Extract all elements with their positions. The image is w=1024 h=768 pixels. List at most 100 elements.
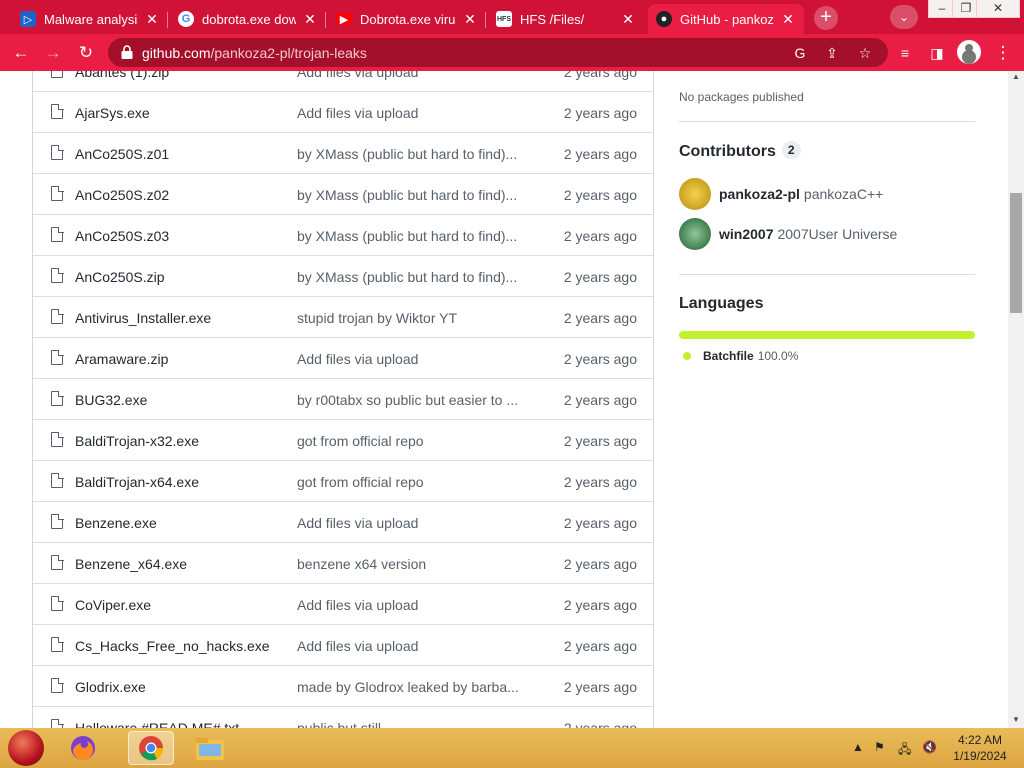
close-icon[interactable]: ✕	[780, 11, 796, 28]
commit-message-link[interactable]: got from official repo	[297, 474, 521, 490]
commit-message-link[interactable]: Add files via upload	[297, 597, 521, 613]
menu-icon[interactable]: ⋮	[992, 42, 1014, 64]
commit-message-link[interactable]: stupid trojan by Wiktor YT	[297, 310, 521, 326]
commit-message-link[interactable]: made by Glodrox leaked by barba...	[297, 679, 521, 695]
scroll-down-icon[interactable]: ▼	[1012, 716, 1020, 724]
contributor-item[interactable]: pankoza2-pl pankozaC++	[679, 178, 975, 210]
file-name-link[interactable]: AnCo250S.z03	[75, 228, 285, 244]
file-icon	[51, 349, 64, 365]
file-name-link[interactable]: BaldiTrojan-x64.exe	[75, 474, 285, 490]
commit-message-link[interactable]: Add files via upload	[297, 515, 521, 531]
chrome-taskbar-icon[interactable]	[128, 731, 174, 765]
commit-message-link[interactable]: public but still	[297, 720, 521, 728]
firefox-taskbar-icon[interactable]	[66, 731, 100, 765]
packages-empty-text: No packages published	[679, 90, 804, 104]
file-icon	[51, 431, 64, 447]
scrollbar-thumb[interactable]	[1010, 193, 1022, 313]
commit-message-link[interactable]: by XMass (public but hard to find)...	[297, 146, 521, 162]
file-row: BUG32.exe by r00tabx so public but easier…	[33, 378, 653, 419]
commit-age: 2 years ago	[563, 105, 637, 121]
commit-age: 2 years ago	[563, 310, 637, 326]
google-icon: G	[178, 11, 194, 27]
file-name-link[interactable]: BaldiTrojan-x32.exe	[75, 433, 285, 449]
scroll-up-icon[interactable]: ▲	[1012, 73, 1020, 81]
action-center-flag-icon[interactable]: ⚑	[874, 740, 885, 754]
tab-strip: ▷ Malware analysis ✕ G dobrota.exe dow ✕…	[0, 0, 1024, 34]
profile-avatar-icon[interactable]	[957, 40, 981, 64]
file-row: AjarSys.exe Add files via upload 2 years a…	[33, 91, 653, 132]
commit-age: 2 years ago	[563, 556, 637, 572]
browser-tab-active[interactable]: ● GitHub - pankoza ✕	[648, 4, 804, 34]
file-icon	[51, 554, 64, 570]
share-icon[interactable]: ⇪	[822, 43, 842, 63]
file-name-link[interactable]: Halloware #READ ME#.txt	[75, 720, 285, 728]
file-row: Glodrix.exe made by Glodrox leaked by bar…	[33, 665, 653, 706]
bookmark-star-icon[interactable]: ☆	[855, 43, 875, 63]
browser-tab-2[interactable]: G dobrota.exe dow ✕	[170, 4, 326, 34]
file-explorer-taskbar-icon[interactable]	[190, 731, 230, 765]
browser-tab-4[interactable]: HFS HFS /Files/ ✕	[488, 4, 644, 34]
browser-tab-3[interactable]: ▶ Dobrota.exe virus ✕	[328, 4, 486, 34]
reading-list-icon[interactable]: ≡	[894, 42, 916, 64]
file-icon	[51, 595, 64, 611]
file-name-link[interactable]: Benzene_x64.exe	[75, 556, 285, 572]
close-icon[interactable]: ✕	[462, 11, 478, 28]
file-name-link[interactable]: BUG32.exe	[75, 392, 285, 408]
commit-message-link[interactable]: by XMass (public but hard to find)...	[297, 228, 521, 244]
tab-search-button[interactable]: ⌄	[890, 5, 918, 29]
commit-message-link[interactable]: benzene x64 version	[297, 556, 521, 572]
side-panel-icon[interactable]: ◨	[926, 42, 948, 64]
volume-muted-icon[interactable]: 🔇	[922, 740, 937, 754]
file-list: Abantes (1).zip Add files via upload 2 yea…	[32, 71, 654, 728]
page-scrollbar[interactable]: ▲ ▼	[1008, 71, 1024, 728]
commit-message-link[interactable]: by XMass (public but hard to find)...	[297, 269, 521, 285]
file-name-link[interactable]: AnCo250S.z02	[75, 187, 285, 203]
contributors-heading[interactable]: Contributors 2	[679, 141, 801, 161]
commit-message-link[interactable]: Add files via upload	[297, 71, 521, 80]
file-name-link[interactable]: Glodrix.exe	[75, 679, 285, 695]
language-item[interactable]: Batchfile 100.0%	[683, 349, 798, 363]
start-button[interactable]	[8, 730, 44, 766]
commit-message-link[interactable]: Add files via upload	[297, 351, 521, 367]
hfs-icon: HFS	[496, 11, 512, 27]
commit-age: 2 years ago	[563, 638, 637, 654]
commit-message-link[interactable]: Add files via upload	[297, 638, 521, 654]
address-bar[interactable]: github.com/pankoza2-pl/trojan-leaks G ⇪ …	[108, 38, 888, 67]
file-row: AnCo250S.z02 by XMass (public but hard to…	[33, 173, 653, 214]
window-close-button[interactable]: ✕	[976, 0, 1020, 18]
contributor-item[interactable]: win2007 2007User Universe	[679, 218, 975, 250]
file-name-link[interactable]: Abantes (1).zip	[75, 71, 285, 80]
file-name-link[interactable]: CoViper.exe	[75, 597, 285, 613]
file-name-link[interactable]: AjarSys.exe	[75, 105, 285, 121]
file-name-link[interactable]: AnCo250S.z01	[75, 146, 285, 162]
commit-message-link[interactable]: Add files via upload	[297, 105, 521, 121]
file-icon	[51, 103, 64, 119]
file-name-link[interactable]: AnCo250S.zip	[75, 269, 285, 285]
file-name-link[interactable]: Cs_Hacks_Free_no_hacks.exe	[75, 638, 285, 654]
forward-icon[interactable]: →	[42, 42, 64, 64]
browser-toolbar: ← → ↻ github.com/pankoza2-pl/trojan-leak…	[0, 34, 1024, 71]
google-lens-icon[interactable]: G	[790, 43, 810, 63]
back-icon[interactable]: ←	[10, 42, 32, 64]
anyrun-icon: ▷	[20, 11, 36, 27]
file-icon	[51, 718, 64, 728]
commit-age: 2 years ago	[563, 720, 637, 728]
file-name-link[interactable]: Benzene.exe	[75, 515, 285, 531]
file-name-link[interactable]: Antivirus_Installer.exe	[75, 310, 285, 326]
close-icon[interactable]: ✕	[620, 11, 636, 28]
commit-message-link[interactable]: got from official repo	[297, 433, 521, 449]
network-icon[interactable]: 🖧	[898, 740, 911, 761]
languages-heading: Languages	[679, 295, 764, 312]
commit-message-link[interactable]: by XMass (public but hard to find)...	[297, 187, 521, 203]
browser-tab-1[interactable]: ▷ Malware analysis ✕	[12, 4, 168, 34]
new-tab-button[interactable]: +	[814, 6, 838, 30]
tray-chevron-icon[interactable]: ▲	[852, 740, 864, 754]
file-row: AnCo250S.z03 by XMass (public but hard to…	[33, 214, 653, 255]
close-icon[interactable]: ✕	[302, 11, 318, 28]
reload-icon[interactable]: ↻	[75, 42, 97, 64]
file-row: Benzene_x64.exe benzene x64 version 2 year…	[33, 542, 653, 583]
close-icon[interactable]: ✕	[144, 11, 160, 28]
commit-message-link[interactable]: by r00tabx so public but easier to ...	[297, 392, 521, 408]
system-clock[interactable]: 4:22 AM 1/19/2024	[948, 732, 1012, 764]
file-name-link[interactable]: Aramaware.zip	[75, 351, 285, 367]
